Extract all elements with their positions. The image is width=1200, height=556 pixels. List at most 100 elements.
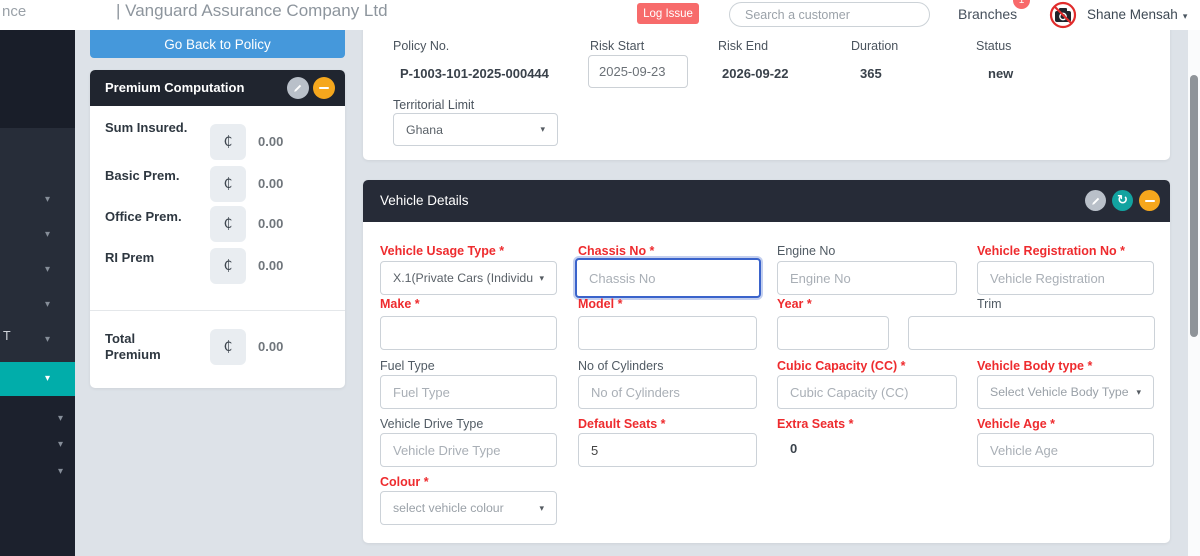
chevron-down-icon: ▾ <box>539 503 544 514</box>
brand-text-partial: nce <box>2 3 26 20</box>
sidebar-header-block <box>0 30 75 128</box>
engine-input[interactable] <box>777 261 957 295</box>
minus-icon <box>319 87 329 89</box>
chevron-down-icon[interactable]: ▾ <box>45 300 50 310</box>
scrollbar-thumb[interactable] <box>1190 75 1198 337</box>
body-type-select[interactable]: Select Vehicle Body Type ▾ <box>977 375 1154 409</box>
vehicle-age-label: Vehicle Age * <box>977 417 1055 431</box>
chevron-down-icon[interactable]: ▾ <box>58 414 63 424</box>
premium-panel-header: Premium Computation <box>90 70 345 106</box>
pencil-icon <box>1091 196 1101 206</box>
premium-row-label: Sum Insured. <box>105 120 193 136</box>
engine-label: Engine No <box>777 244 835 258</box>
pencil-icon <box>293 83 303 93</box>
company-title: | Vanguard Assurance Company Ltd <box>116 1 388 21</box>
risk-end-label: Risk End <box>718 39 768 53</box>
branches-menu[interactable]: Branches <box>958 6 1017 22</box>
year-input[interactable] <box>777 316 889 350</box>
premium-computation-panel: Premium Computation Sum Insured. ₵ 0.00 … <box>90 70 345 388</box>
model-input[interactable] <box>578 316 757 350</box>
refresh-button[interactable]: ↻ <box>1112 190 1133 211</box>
no-photo-avatar-icon[interactable] <box>1049 1 1077 29</box>
duration-value: 365 <box>860 66 882 81</box>
refresh-icon: ↻ <box>1117 194 1128 207</box>
divider <box>90 310 345 311</box>
status-label: Status <box>976 39 1011 53</box>
cylinders-label: No of Cylinders <box>578 359 663 373</box>
minus-icon <box>1145 200 1155 202</box>
top-navbar: nce | Vanguard Assurance Company Ltd Log… <box>0 0 1200 30</box>
extra-seats-label: Extra Seats * <box>777 417 853 431</box>
usage-type-select[interactable]: X.1(Private Cars (Individu ▾ <box>380 261 557 295</box>
make-input[interactable] <box>380 316 557 350</box>
year-label: Year * <box>777 297 812 311</box>
policy-summary-panel: Policy No. Risk Start Risk End Duration … <box>363 10 1170 160</box>
collapse-button[interactable] <box>1139 190 1160 211</box>
model-label: Model * <box>578 297 622 311</box>
cubic-capacity-label: Cubic Capacity (CC) * <box>777 359 906 373</box>
fuel-type-input[interactable] <box>380 375 557 409</box>
sidebar-item-active[interactable]: ▾ <box>0 362 75 396</box>
collapse-button[interactable] <box>313 77 335 99</box>
drive-type-label: Vehicle Drive Type <box>380 417 483 431</box>
chevron-down-icon: ▾ <box>1183 11 1188 21</box>
currency-symbol: ₵ <box>210 329 246 365</box>
edit-button[interactable] <box>287 77 309 99</box>
sidebar-nav: ▾ ▾ ▾ ▾ T ▾ ▾ ▾ ▾ ▾ <box>0 30 75 556</box>
chevron-down-icon[interactable]: ▾ <box>45 195 50 205</box>
drive-type-input[interactable] <box>380 433 557 467</box>
premium-row-label: RI Prem <box>105 250 193 266</box>
cylinders-input[interactable] <box>578 375 757 409</box>
currency-symbol: ₵ <box>210 166 246 202</box>
sidebar-footer-block: ▾ ▾ ▾ <box>0 396 75 556</box>
premium-row-value: 0.00 <box>258 258 283 273</box>
total-premium-value: 0.00 <box>258 339 283 354</box>
cubic-capacity-input[interactable] <box>777 375 957 409</box>
trim-input[interactable] <box>908 316 1155 350</box>
log-issue-button[interactable]: Log Issue <box>637 3 699 24</box>
registration-label: Vehicle Registration No * <box>977 244 1125 258</box>
duration-label: Duration <box>851 39 898 53</box>
default-seats-label: Default Seats * <box>578 417 666 431</box>
status-value: new <box>988 66 1013 81</box>
chevron-down-icon: ▾ <box>540 124 545 135</box>
territorial-limit-select[interactable]: Ghana ▾ <box>393 113 558 146</box>
total-premium-label: Total Premium <box>105 331 193 364</box>
body-type-label: Vehicle Body type * <box>977 359 1092 373</box>
chassis-input[interactable] <box>575 258 761 298</box>
risk-start-label: Risk Start <box>590 39 644 53</box>
registration-input[interactable] <box>977 261 1154 295</box>
colour-select[interactable]: select vehicle colour ▾ <box>380 491 557 525</box>
vehicle-age-input[interactable] <box>977 433 1154 467</box>
customer-search-input[interactable] <box>729 2 930 27</box>
edit-button[interactable] <box>1085 190 1106 211</box>
risk-start-input[interactable] <box>588 55 688 88</box>
chevron-down-icon[interactable]: ▾ <box>45 230 50 240</box>
colour-value: select vehicle colour <box>393 501 504 515</box>
user-name: Shane Mensah <box>1087 7 1178 22</box>
premium-row-value: 0.00 <box>258 134 283 149</box>
chevron-down-icon[interactable]: ▾ <box>45 265 50 275</box>
chevron-down-icon[interactable]: ▾ <box>58 467 63 477</box>
premium-row-label: Office Prem. <box>105 209 193 225</box>
currency-symbol: ₵ <box>210 124 246 160</box>
premium-row-label: Basic Prem. <box>105 168 193 184</box>
fuel-type-label: Fuel Type <box>380 359 435 373</box>
premium-row-value: 0.00 <box>258 216 283 231</box>
trim-label: Trim <box>977 297 1002 311</box>
chevron-down-icon[interactable]: ▾ <box>58 440 63 450</box>
sidebar-item-label-partial: T <box>3 329 11 343</box>
chevron-down-icon[interactable]: ▾ <box>45 335 50 345</box>
risk-end-value: 2026-09-22 <box>722 66 789 81</box>
chassis-label: Chassis No * <box>578 244 654 258</box>
chevron-down-icon: ▾ <box>45 374 50 384</box>
make-label: Make * <box>380 297 420 311</box>
extra-seats-value: 0 <box>790 441 797 456</box>
usage-type-label: Vehicle Usage Type * <box>380 244 504 258</box>
default-seats-input[interactable] <box>578 433 757 467</box>
colour-label: Colour * <box>380 475 429 489</box>
currency-symbol: ₵ <box>210 248 246 284</box>
premium-row-value: 0.00 <box>258 176 283 191</box>
vertical-scrollbar[interactable] <box>1188 30 1200 556</box>
user-menu[interactable]: Shane Mensah ▾ <box>1087 7 1187 22</box>
